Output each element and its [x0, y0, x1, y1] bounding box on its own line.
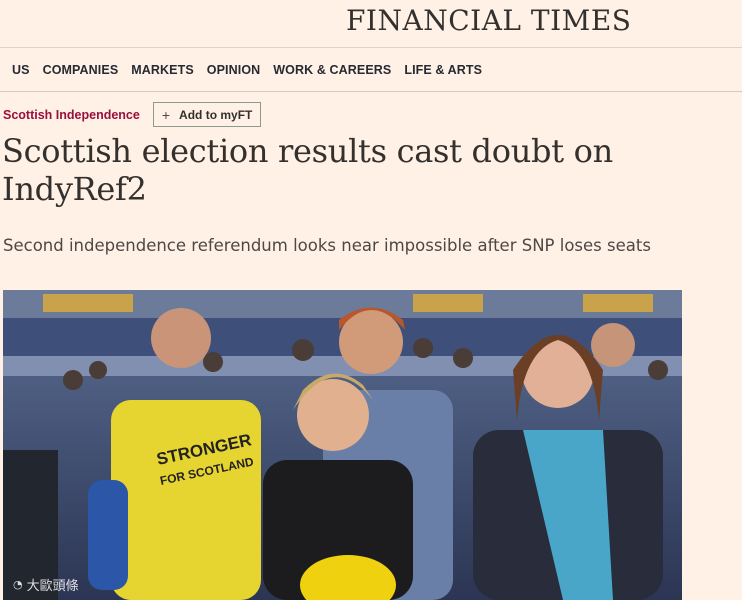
masthead: FINANCIAL TIMES	[0, 0, 742, 48]
nav-item-life-arts[interactable]: LIFE & ARTS	[404, 63, 482, 77]
headline: Scottish election results cast doubt on …	[2, 132, 613, 208]
nav-item-work-careers[interactable]: WORK & CAREERS	[273, 63, 391, 77]
nav-item-us[interactable]: US	[12, 63, 30, 77]
standfirst: Second independence referendum looks nea…	[3, 236, 651, 255]
add-to-myft-button[interactable]: + Add to myFT	[152, 102, 261, 127]
nav-item-companies[interactable]: COMPANIES	[43, 63, 119, 77]
nav-item-markets[interactable]: MARKETS	[131, 63, 194, 77]
topic-link[interactable]: Scottish Independence	[3, 108, 140, 122]
topic-row: Scottish Independence + Add to myFT	[3, 102, 261, 127]
article-photo: STRONGER FOR SCOTLAND ◔ 大歐頭條	[3, 290, 682, 600]
main-nav: US COMPANIES MARKETS OPINION WORK & CARE…	[0, 48, 742, 92]
nav-item-opinion[interactable]: OPINION	[207, 63, 260, 77]
ft-logo[interactable]: FINANCIAL TIMES	[346, 4, 631, 37]
watermark-logo-icon: ◔	[13, 578, 23, 591]
photo-watermark: ◔ 大歐頭條	[13, 575, 79, 594]
add-to-myft-label: Add to myFT	[179, 107, 253, 122]
plus-icon: +	[161, 106, 171, 123]
crowd-illustration: STRONGER FOR SCOTLAND	[3, 290, 682, 600]
watermark-text: 大歐頭條	[26, 579, 79, 594]
